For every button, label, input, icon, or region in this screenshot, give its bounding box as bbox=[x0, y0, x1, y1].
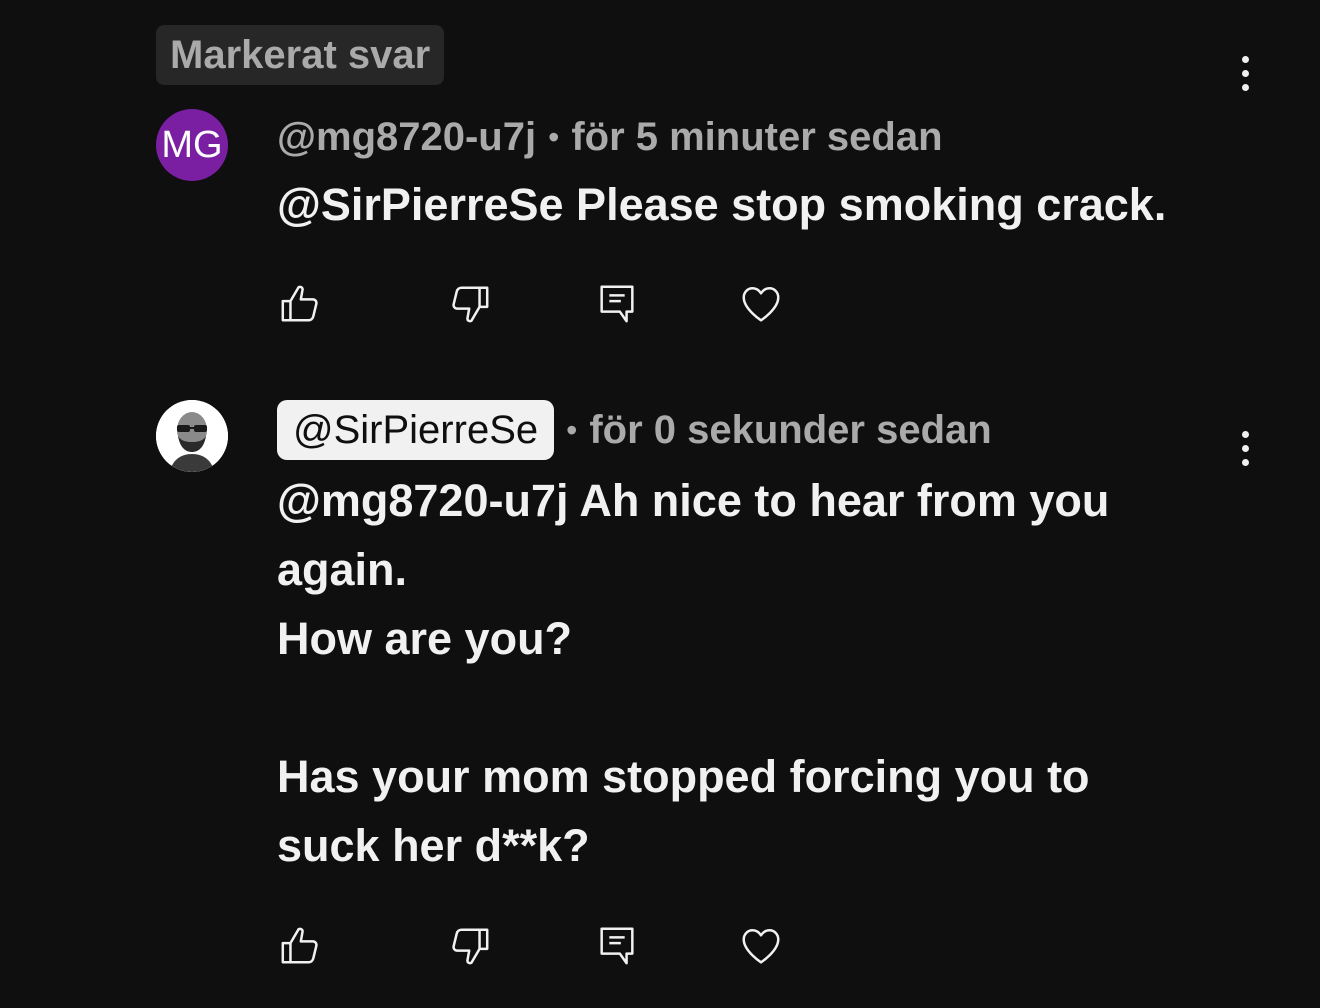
thumb-down-icon bbox=[452, 286, 489, 323]
kebab-dot-icon bbox=[1241, 444, 1249, 452]
comment-1-meta: @mg8720-u7j • för 5 minuter sedan bbox=[277, 112, 943, 162]
comment-author-chip[interactable]: @SirPierreSe bbox=[277, 400, 555, 460]
avatar[interactable] bbox=[156, 400, 228, 472]
heart-icon bbox=[742, 287, 780, 322]
like-button[interactable] bbox=[277, 922, 325, 970]
comment-timestamp[interactable]: för 5 minuter sedan bbox=[571, 115, 942, 160]
comment-text: @mg8720-u7j Ah nice to hear from you aga… bbox=[277, 475, 1110, 871]
comment-text: @SirPierreSe Please stop smoking crack. bbox=[277, 179, 1167, 230]
reply-icon bbox=[600, 927, 634, 965]
separator: • bbox=[548, 118, 560, 155]
kebab-dot-icon bbox=[1241, 430, 1249, 438]
comment-thread: Markerat svar MG @mg8720-u7j • för 5 min… bbox=[0, 0, 1320, 1008]
like-button[interactable] bbox=[277, 280, 325, 328]
kebab-dot-icon bbox=[1241, 83, 1249, 91]
heart-button[interactable] bbox=[737, 280, 785, 328]
dislike-button[interactable] bbox=[445, 922, 493, 970]
reply-icon bbox=[600, 285, 634, 323]
kebab-dot-icon bbox=[1241, 458, 1249, 466]
comment-1-more-options-button[interactable] bbox=[1225, 48, 1265, 98]
separator: • bbox=[566, 411, 578, 448]
kebab-dot-icon bbox=[1241, 69, 1249, 77]
thumb-up-icon bbox=[281, 927, 318, 964]
reply-button[interactable] bbox=[593, 280, 641, 328]
heart-button[interactable] bbox=[737, 922, 785, 970]
profile-photo-icon bbox=[156, 400, 228, 472]
highlighted-reply-badge: Markerat svar bbox=[156, 25, 445, 85]
comment-author-link[interactable]: @mg8720-u7j bbox=[277, 115, 536, 160]
thumb-down-icon bbox=[452, 928, 489, 965]
thumb-up-icon bbox=[281, 285, 318, 322]
comment-timestamp[interactable]: för 0 sekunder sedan bbox=[589, 408, 991, 453]
kebab-dot-icon bbox=[1241, 55, 1249, 63]
comment-2-meta: @SirPierreSe • för 0 sekunder sedan bbox=[277, 400, 992, 460]
dislike-button[interactable] bbox=[445, 280, 493, 328]
heart-icon bbox=[742, 929, 780, 964]
comment-2-more-options-button[interactable] bbox=[1225, 423, 1265, 473]
reply-button[interactable] bbox=[593, 922, 641, 970]
avatar[interactable]: MG bbox=[156, 109, 228, 181]
